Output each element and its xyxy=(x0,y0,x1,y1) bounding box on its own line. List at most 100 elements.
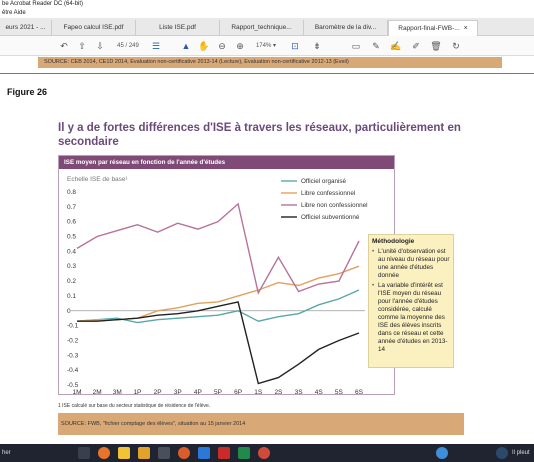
excel-icon[interactable] xyxy=(238,447,250,459)
page-separator: / xyxy=(125,43,128,49)
tab-label: Fapeo calcul ISE.pdf xyxy=(63,24,124,31)
y-tick-label: -0.4 xyxy=(67,367,79,374)
select-cursor-icon[interactable]: ▲ xyxy=(180,39,192,53)
x-tick-label: 2S xyxy=(274,389,283,394)
y-tick-label: 0.6 xyxy=(67,219,76,226)
draw-icon[interactable]: ✍ xyxy=(390,39,402,53)
source-top: SOURCE: CEB 2014, CE1D 2014, Evaluation … xyxy=(38,57,502,68)
page-total: 249 xyxy=(128,43,139,49)
y-axis-label: Echelle ISE de base¹ xyxy=(67,176,129,183)
tab-2[interactable]: Fapeo calcul ISE.pdf xyxy=(52,20,136,36)
menu-bar[interactable]: être Aide xyxy=(0,9,534,18)
app2-icon[interactable] xyxy=(258,447,270,459)
y-tick-label: -0.1 xyxy=(67,323,79,330)
zoom-in-icon[interactable]: ⊕ xyxy=(234,39,246,53)
tab-bar: eurs 2021 - ... Fapeo calcul ISE.pdf Lis… xyxy=(0,18,534,36)
methodology-title: Méthodologie xyxy=(372,238,415,245)
document-page: SOURCE: CEB 2014, CE1D 2014, Evaluation … xyxy=(0,56,534,444)
legend-label: Officiel subventionné xyxy=(301,214,360,221)
delete-icon[interactable]: 🗑 xyxy=(430,39,442,53)
y-tick-label: 0.3 xyxy=(67,263,76,270)
legend-label: Libre confessionnel xyxy=(301,190,355,197)
zoom-out-icon[interactable]: ⊖ xyxy=(216,39,228,53)
divider xyxy=(0,73,534,74)
weather-text: Il pleut xyxy=(512,450,530,456)
x-tick-label: 3P xyxy=(174,389,182,394)
window-title: be Acrobat Reader DC (64-bit) xyxy=(0,0,534,9)
file-explorer-icon[interactable] xyxy=(118,447,130,459)
x-tick-label: 5S xyxy=(335,389,344,394)
zoom-level-dropdown[interactable]: 174% ▾ xyxy=(252,39,280,53)
source-bottom: SOURCE: FWB, "fichier comptage des élève… xyxy=(58,413,464,435)
y-tick-label: 0.1 xyxy=(67,293,76,300)
network-icon[interactable] xyxy=(436,447,448,459)
tab-3[interactable]: Liste ISE.pdf xyxy=(136,20,220,36)
y-tick-label: -0.3 xyxy=(67,352,79,359)
firefox-icon[interactable] xyxy=(98,447,110,459)
highlight-icon[interactable]: ✎ xyxy=(370,39,382,53)
page-current[interactable]: 45 xyxy=(117,43,124,49)
hand-tool-icon[interactable]: ✋ xyxy=(198,39,210,53)
y-tick-label: 0.4 xyxy=(67,248,76,255)
x-tick-label: 1S xyxy=(254,389,263,394)
tab-label: Baromètre de la div... xyxy=(314,24,377,31)
x-tick-label: 3S xyxy=(295,389,304,394)
tab-label: Rapport_technique... xyxy=(231,24,292,31)
scroll-mode-icon[interactable]: ⇟ xyxy=(310,39,324,53)
legend-label: Officiel organisé xyxy=(301,178,347,185)
methodology-item: L'unité d'observation est au niveau du r… xyxy=(372,248,450,280)
tab-label: eurs 2021 - ... xyxy=(5,24,46,31)
close-icon[interactable]: × xyxy=(464,25,468,32)
chart-title: ISE moyen par réseau en fonction de l'an… xyxy=(59,156,394,169)
tab-4[interactable]: Rapport_technique... xyxy=(220,20,304,36)
y-tick-label: 0.2 xyxy=(67,278,76,285)
tab-label: Rapport-final-FWB-... xyxy=(398,25,460,32)
app-icon[interactable] xyxy=(158,447,170,459)
x-tick-label: 2P xyxy=(154,389,162,394)
x-tick-label: 3M xyxy=(113,389,122,394)
series-line xyxy=(76,265,360,322)
x-tick-label: 4P xyxy=(194,389,202,394)
y-tick-label: 0.5 xyxy=(67,234,76,241)
x-tick-label: 2M xyxy=(93,389,102,394)
x-tick-label: 1M xyxy=(72,389,81,394)
figure-label: Figure 26 xyxy=(7,87,48,97)
y-tick-label: -0.2 xyxy=(67,337,79,344)
chrome-icon[interactable] xyxy=(178,447,190,459)
methodology-item: La variable d'intérêt est l'ISE moyen du… xyxy=(372,282,450,354)
weather-icon xyxy=(496,447,508,459)
figure-headline: Il y a de fortes différences d'ISE à tra… xyxy=(58,122,461,148)
x-tick-label: 5P xyxy=(214,389,222,394)
rotate-icon[interactable]: ↻ xyxy=(450,39,462,53)
chart-container: ISE moyen par réseau en fonction de l'an… xyxy=(58,155,395,395)
word-icon[interactable] xyxy=(198,447,210,459)
taskbar-search[interactable]: her xyxy=(2,444,11,462)
page-layout-icon[interactable]: ☰ xyxy=(150,39,162,53)
y-tick-label: 0.8 xyxy=(67,189,76,196)
tab-6-active[interactable]: Rapport-final-FWB-... × xyxy=(388,20,478,36)
undo-icon[interactable]: ↶ xyxy=(58,39,70,53)
task-view-icon[interactable] xyxy=(78,447,90,459)
legend-label: Libre non confessionnel xyxy=(301,202,368,209)
tab-label: Liste ISE.pdf xyxy=(159,24,196,31)
acrobat-icon[interactable] xyxy=(218,447,230,459)
x-tick-label: 6S xyxy=(355,389,364,394)
page-up-icon[interactable]: ⇧ xyxy=(76,39,88,53)
vlc-icon[interactable] xyxy=(138,447,150,459)
y-tick-label: 0.7 xyxy=(67,204,76,211)
methodology-list: L'unité d'observation est au niveau du r… xyxy=(372,248,450,354)
tab-1[interactable]: eurs 2021 - ... xyxy=(0,20,52,36)
comment-icon[interactable]: ▭ xyxy=(350,39,362,53)
line-chart: Echelle ISE de base¹ 0.8 0.7 0.6 0.5 0.4 0.3 0.… xyxy=(67,176,368,394)
fit-page-icon[interactable]: ⊡ xyxy=(288,39,302,53)
zoom-level: 174% xyxy=(255,43,272,49)
methodology-box: Méthodologie L'unité d'observation est a… xyxy=(368,234,454,368)
toolbar: ↶ ⇧ ⇩ 45 / 249 ☰ ▲ ✋ ⊖ ⊕ 174% ▾ ⊡ ⇟ ▭ ✎ … xyxy=(0,36,534,56)
x-tick-label: 6P xyxy=(234,389,242,394)
tab-5[interactable]: Baromètre de la div... xyxy=(304,20,388,36)
stamp-icon[interactable]: ✐ xyxy=(410,39,422,53)
y-tick-label: -0.5 xyxy=(67,382,79,389)
y-tick-label: 0 xyxy=(67,308,71,315)
page-down-icon[interactable]: ⇩ xyxy=(94,39,106,53)
page-indicator[interactable]: 45 / 249 xyxy=(110,39,146,53)
